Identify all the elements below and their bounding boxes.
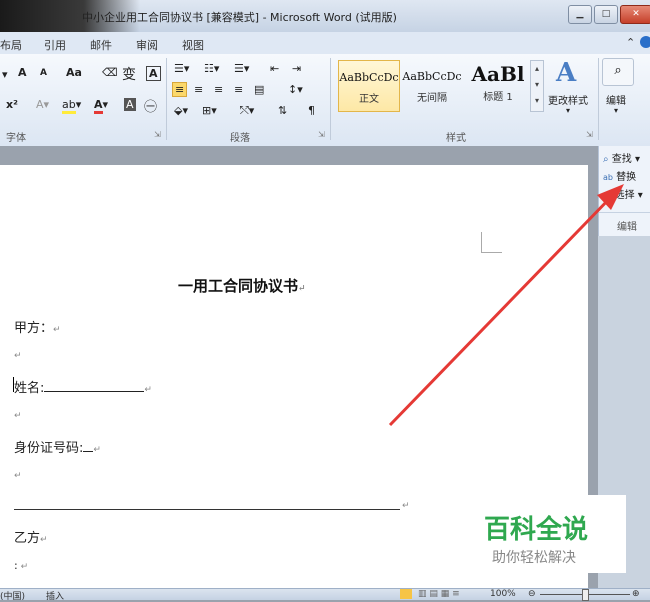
arrow-shaft xyxy=(388,194,614,427)
zoom-in-icon[interactable]: ⊕ xyxy=(632,589,640,599)
watermark: 百科全说 助你轻松解决 xyxy=(468,495,626,573)
status-insert-mode[interactable]: 插入 xyxy=(46,589,64,602)
print-layout-view-icon[interactable] xyxy=(400,589,412,599)
zoom-out-icon[interactable]: ⊖ xyxy=(528,589,536,599)
watermark-title: 百科全说 xyxy=(484,515,589,545)
zoom-slider-thumb[interactable] xyxy=(582,589,589,601)
zoom-level[interactable]: 100% xyxy=(490,589,516,599)
view-buttons-icon[interactable]: ▥ ▤ ▦ ≡ xyxy=(418,589,460,599)
status-language[interactable]: (中国) xyxy=(0,589,25,602)
status-bar: (中国) 插入 ▥ ▤ ▦ ≡ 100% ⊖ ⊕ xyxy=(0,588,650,602)
watermark-subtitle: 助你轻松解决 xyxy=(492,550,576,566)
